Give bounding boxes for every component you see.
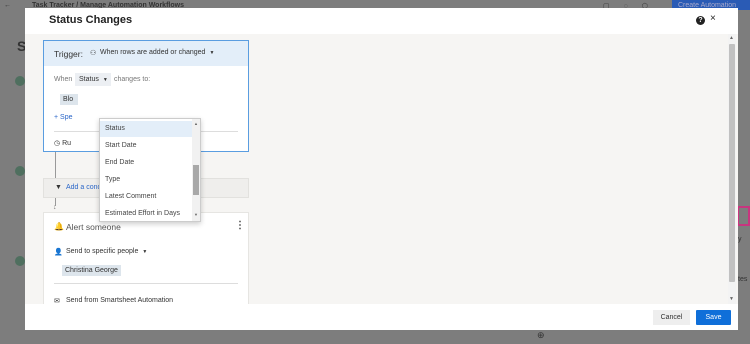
add-specific-value-link[interactable]: + Spe	[54, 114, 73, 121]
background-bottom-icon: ⊕	[537, 330, 545, 340]
caret-down-icon: ▼	[209, 50, 215, 56]
background-right-text: y	[738, 236, 742, 243]
help-icon[interactable]: ?	[696, 16, 705, 25]
field-select[interactable]: Status ▼	[75, 73, 111, 86]
trigger-mode-select[interactable]: When rows are added or changed ▼	[100, 49, 214, 56]
scroll-up-icon[interactable]: ▲	[194, 121, 198, 126]
modal-header: Status Changes ? ×	[25, 8, 738, 34]
trigger-mode-label: When rows are added or changed	[100, 49, 206, 56]
background-right-text: tes	[738, 276, 748, 283]
status-changes-modal: Status Changes ? × Trigger: ⚇ When rows …	[25, 8, 738, 330]
dropdown-scrollbar[interactable]: ▲ ▼	[192, 119, 200, 221]
background-workflow-icon	[15, 256, 25, 266]
caret-down-icon: ▼	[102, 77, 108, 83]
trigger-header: Trigger: ⚇ When rows are added or change…	[44, 41, 248, 66]
action-card[interactable]: 🔔 Alert someone ⋮ 👤 Send to specific peo…	[43, 212, 249, 304]
arrow-down-icon: ↓	[53, 204, 57, 211]
when-label: When	[54, 76, 73, 83]
dropdown-scroll-thumb[interactable]	[193, 165, 199, 195]
field-dropdown-list[interactable]: Status Start Date End Date Type Latest Comme…	[99, 118, 201, 222]
filter-icon: ▼	[55, 184, 62, 191]
scroll-up-icon[interactable]: ▲	[729, 35, 734, 41]
mail-icon: ✉	[54, 298, 60, 304]
run-schedule[interactable]: ◷ Ru	[54, 139, 71, 147]
action-title: Alert someone	[66, 222, 121, 232]
run-schedule-label: Ru	[62, 140, 72, 147]
dropdown-option[interactable]: End Date	[100, 155, 192, 171]
back-arrow-icon: ←	[4, 2, 11, 9]
dropdown-option[interactable]: Type	[100, 172, 192, 188]
modal-footer: Cancel Save	[25, 304, 738, 330]
bell-icon: 🔔	[54, 222, 64, 231]
cancel-button[interactable]: Cancel	[653, 310, 690, 325]
add-person-icon: 👤	[54, 249, 63, 256]
changes-to-label: changes to:	[114, 76, 151, 83]
modal-scrollbar[interactable]: ▲ ▼	[728, 34, 736, 304]
send-to-label: Send to specific people	[66, 248, 139, 255]
divider	[54, 283, 238, 284]
scroll-down-icon[interactable]: ▼	[729, 296, 734, 302]
background-workflow-icon	[15, 76, 25, 86]
modal-body: Trigger: ⚇ When rows are added or change…	[25, 34, 738, 304]
rows-changed-icon: ⚇	[90, 50, 97, 57]
modal-scroll-thumb[interactable]	[729, 44, 735, 282]
dropdown-option[interactable]: Estimated Effort in Days	[100, 206, 192, 222]
modal-title: Status Changes	[49, 14, 133, 26]
trigger-label: Trigger:	[54, 49, 83, 59]
caret-down-icon: ▼	[142, 249, 148, 255]
send-to-select[interactable]: Send to specific people ▼	[66, 248, 147, 255]
scroll-down-icon[interactable]: ▼	[194, 212, 198, 217]
dropdown-option[interactable]: Start Date	[100, 138, 192, 154]
close-icon[interactable]: ×	[710, 13, 716, 24]
background-pink-card	[737, 206, 750, 226]
recipient-chip[interactable]: Christina George	[62, 265, 121, 276]
send-from-label: Send from Smartsheet Automation	[66, 297, 173, 304]
dropdown-option[interactable]: Latest Comment	[100, 189, 192, 205]
more-options-icon[interactable]: ⋮	[235, 220, 245, 231]
dropdown-option[interactable]: Status	[100, 121, 192, 137]
background-workflow-icon	[15, 166, 25, 176]
clock-icon: ◷	[54, 140, 63, 147]
connector-line	[55, 152, 56, 178]
save-button[interactable]: Save	[696, 310, 731, 325]
field-select-value: Status	[79, 76, 99, 83]
value-chip[interactable]: Blo	[60, 94, 78, 105]
